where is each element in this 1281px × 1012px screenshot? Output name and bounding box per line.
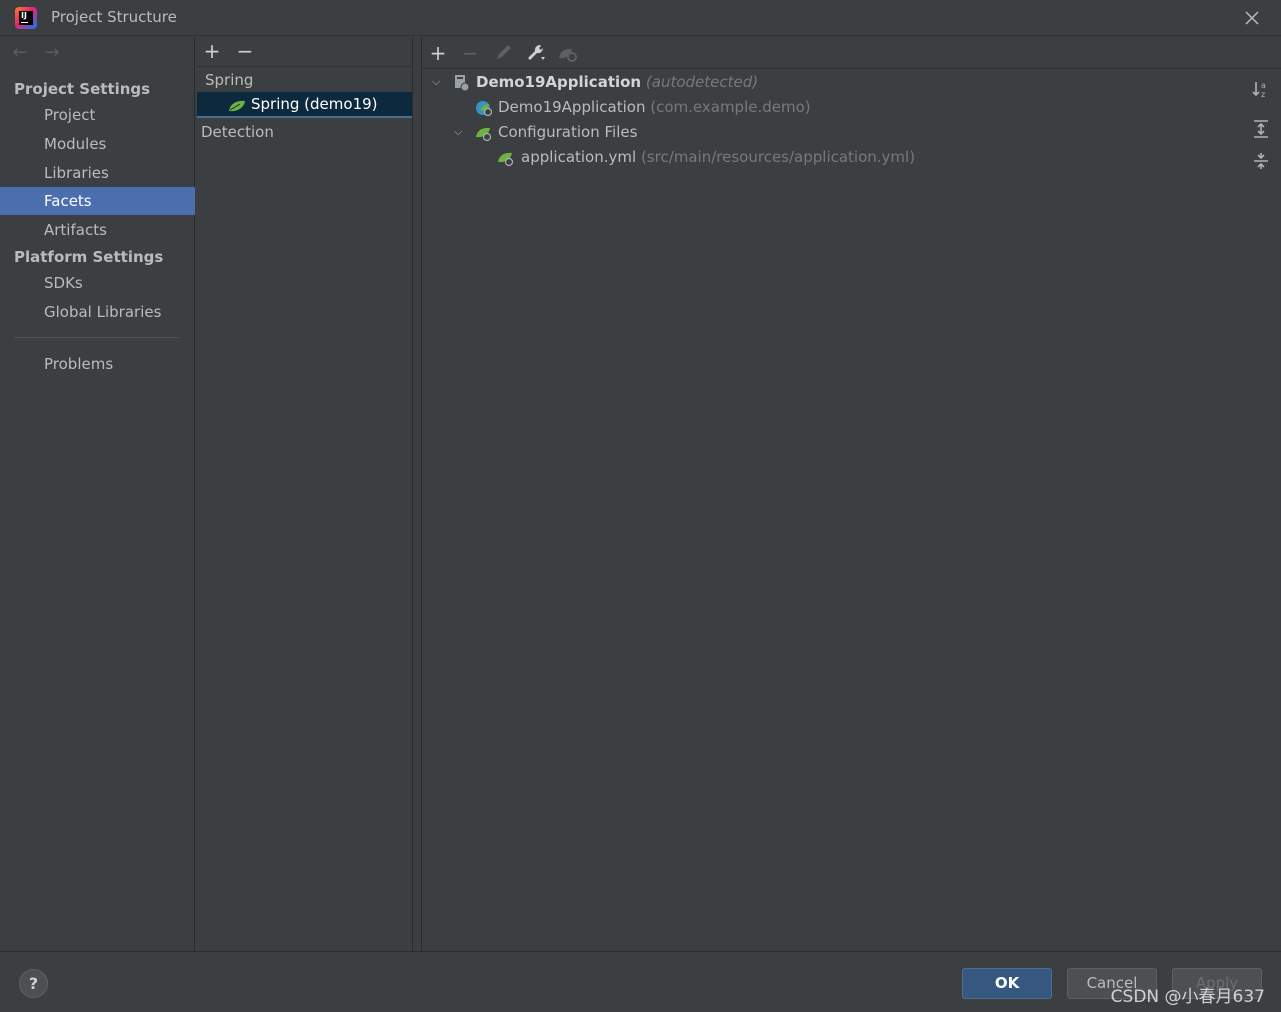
nav-item-libraries[interactable]: Libraries bbox=[0, 159, 195, 187]
chevron-down-icon[interactable]: ⌵ bbox=[454, 120, 468, 144]
add-icon[interactable]: + bbox=[426, 42, 450, 64]
project-settings-header: Project Settings bbox=[14, 80, 151, 98]
nav-item-global-libraries[interactable]: Global Libraries bbox=[0, 298, 195, 326]
root-context-name: Demo19Application bbox=[476, 73, 642, 91]
ok-button[interactable]: OK bbox=[962, 968, 1052, 999]
help-button[interactable]: ? bbox=[19, 969, 48, 998]
sort-icon[interactable]: a z bbox=[1251, 79, 1271, 99]
title-bar: IJ Project Structure bbox=[0, 0, 1281, 36]
app-class-package: (com.example.demo) bbox=[650, 98, 811, 116]
config-file-name: application.yml bbox=[521, 148, 637, 166]
dialog-footer: ? OK Cancel Apply CSDN @小春月637 bbox=[0, 951, 1281, 1012]
window-title: Project Structure bbox=[51, 8, 177, 26]
nav-item-facets[interactable]: Facets bbox=[0, 187, 195, 215]
spring-context-icon bbox=[455, 75, 470, 92]
remove-icon[interactable]: − bbox=[458, 42, 482, 64]
edit-icon[interactable] bbox=[492, 42, 516, 64]
tree-row-application-yml[interactable]: application.yml (src/main/resources/appl… bbox=[476, 145, 1176, 169]
add-facet-button[interactable]: + bbox=[200, 41, 224, 63]
spring-boot-class-icon bbox=[476, 101, 493, 117]
spring-facet-panel: + − ⌵ Demo19Application (autodetected) D bbox=[421, 37, 1281, 951]
nav-item-sdks[interactable]: SDKs bbox=[0, 269, 195, 297]
remove-facet-button[interactable]: − bbox=[233, 41, 257, 63]
nav-item-artifacts[interactable]: Artifacts bbox=[0, 216, 195, 244]
config-folder-label: Configuration Files bbox=[498, 123, 638, 141]
detection-item[interactable]: Detection bbox=[201, 123, 274, 141]
tree-row-app-class[interactable]: Demo19Application (com.example.demo) bbox=[432, 95, 1132, 119]
collapse-all-icon[interactable] bbox=[1251, 151, 1271, 171]
facet-item-spring-demo19[interactable]: Spring (demo19) bbox=[197, 92, 412, 118]
back-arrow-icon[interactable]: ← bbox=[10, 42, 30, 66]
svg-text:z: z bbox=[1261, 90, 1265, 99]
facet-tree-toolbar: + − bbox=[422, 37, 1281, 69]
app-class-name: Demo19Application bbox=[498, 98, 646, 116]
intellij-logo-icon: IJ bbox=[15, 7, 37, 29]
root-context-note: (autodetected) bbox=[645, 73, 759, 91]
nav-item-project[interactable]: Project bbox=[0, 101, 195, 129]
tree-row-config-files[interactable]: ⌵ Configuration Files bbox=[454, 120, 1154, 144]
nav-item-modules[interactable]: Modules bbox=[0, 130, 195, 158]
facet-item-label: Spring (demo19) bbox=[251, 95, 378, 113]
forward-arrow-icon[interactable]: → bbox=[42, 42, 62, 66]
facets-list-panel: + − Spring Spring (demo19) Detection bbox=[196, 37, 413, 951]
wrench-icon[interactable] bbox=[524, 42, 548, 64]
spring-leaf-icon bbox=[229, 100, 245, 112]
nav-divider bbox=[14, 337, 179, 338]
close-icon[interactable] bbox=[1243, 9, 1261, 27]
svg-text:a: a bbox=[1261, 81, 1266, 90]
expand-all-icon[interactable] bbox=[1251, 119, 1271, 139]
platform-settings-header: Platform Settings bbox=[14, 248, 164, 266]
config-file-path: (src/main/resources/application.yml) bbox=[640, 148, 916, 166]
settings-nav: ← → Project Settings Project Modules Lib… bbox=[0, 37, 195, 951]
spring-config-folder-icon bbox=[476, 127, 492, 142]
tree-row-root[interactable]: ⌵ Demo19Application (autodetected) bbox=[432, 70, 1132, 94]
nav-item-problems[interactable]: Problems bbox=[0, 350, 195, 378]
facets-toolbar: + − bbox=[196, 37, 413, 67]
spring-yml-file-icon bbox=[498, 152, 514, 167]
chevron-down-icon[interactable]: ⌵ bbox=[432, 70, 446, 94]
facet-group-spring[interactable]: Spring bbox=[205, 71, 253, 89]
csdn-watermark: CSDN @小春月637 bbox=[1110, 987, 1265, 1007]
spring-config-icon[interactable] bbox=[556, 42, 580, 64]
